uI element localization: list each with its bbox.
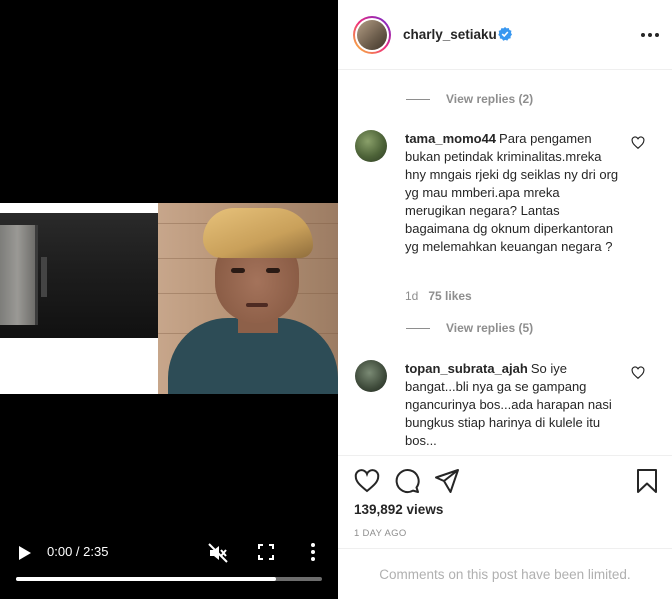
- avatar-image: [357, 20, 387, 50]
- comment-likes-count[interactable]: 75 likes: [428, 289, 471, 303]
- comment-like-heart-icon[interactable]: [631, 366, 645, 380]
- bookmark-icon[interactable]: [634, 468, 660, 494]
- more-options-icon[interactable]: [640, 32, 660, 38]
- device-image: [0, 213, 158, 338]
- replies-divider-line: [406, 327, 430, 329]
- device-slot: [41, 257, 47, 297]
- view-replies-button[interactable]: View replies (5): [406, 319, 533, 337]
- muted-speaker-icon[interactable]: [208, 543, 228, 563]
- post-side-panel: charly_setiaku View replies (2) tama_mom…: [338, 0, 672, 599]
- play-icon[interactable]: [18, 545, 32, 561]
- comment-username[interactable]: topan_subrata_ajah: [405, 361, 528, 376]
- comments-limited-notice: Comments on this post have been limited.: [379, 567, 631, 582]
- post-timestamp[interactable]: 1 DAY AGO: [354, 528, 407, 539]
- person-mouth: [246, 303, 268, 307]
- comment-icon[interactable]: [394, 468, 420, 494]
- commenter-avatar[interactable]: [355, 130, 387, 162]
- comments-list[interactable]: View replies (2) tama_momo44 Para pengame…: [338, 70, 672, 455]
- comment-text: Para pengamen bukan petindak kriminalita…: [405, 131, 619, 254]
- video-progress-fill: [16, 577, 277, 581]
- comment-meta: 1d 75 likes: [405, 289, 472, 303]
- person-eye: [231, 268, 245, 273]
- device-panel: [0, 225, 38, 325]
- view-replies-label: View replies (2): [446, 92, 534, 106]
- video-frame[interactable]: [0, 203, 338, 394]
- comment-like-heart-icon[interactable]: [631, 136, 645, 150]
- video-player[interactable]: 0:00 / 2:35: [0, 0, 338, 599]
- video-time: 0:00 / 2:35: [47, 544, 109, 559]
- verified-badge-icon: [498, 27, 512, 41]
- post-header: charly_setiaku: [338, 0, 672, 70]
- commenter-avatar[interactable]: [355, 360, 387, 392]
- share-icon[interactable]: [434, 468, 460, 494]
- vertical-ellipsis-icon[interactable]: [305, 542, 321, 562]
- person-eye: [266, 268, 280, 273]
- comment-age: 1d: [405, 289, 419, 303]
- comment-body: tama_momo44 Para pengamen bukan petindak …: [405, 130, 623, 256]
- video-frame-right-panel: [158, 203, 338, 394]
- view-replies-button[interactable]: View replies (2): [406, 90, 533, 108]
- comment-username[interactable]: tama_momo44: [405, 131, 496, 146]
- fullscreen-icon[interactable]: [258, 544, 274, 560]
- view-replies-label: View replies (5): [446, 321, 534, 335]
- video-progress-bar[interactable]: [16, 577, 322, 581]
- avatar[interactable]: [353, 16, 391, 54]
- post-actions: 139,892 views 1 DAY AGO: [338, 455, 672, 555]
- post-username[interactable]: charly_setiaku: [403, 27, 497, 42]
- comment-footer: Comments on this post have been limited.: [338, 548, 672, 599]
- replies-divider-line: [406, 98, 430, 100]
- video-frame-left-panel: [0, 203, 158, 394]
- comment-body: topan_subrata_ajah So iye bangat...bli ny…: [405, 360, 623, 450]
- video-controls: 0:00 / 2:35: [0, 535, 338, 599]
- views-count[interactable]: 139,892 views: [354, 502, 443, 517]
- avatar-border: [355, 18, 389, 52]
- person-hair: [203, 208, 313, 258]
- heart-icon[interactable]: [354, 468, 380, 494]
